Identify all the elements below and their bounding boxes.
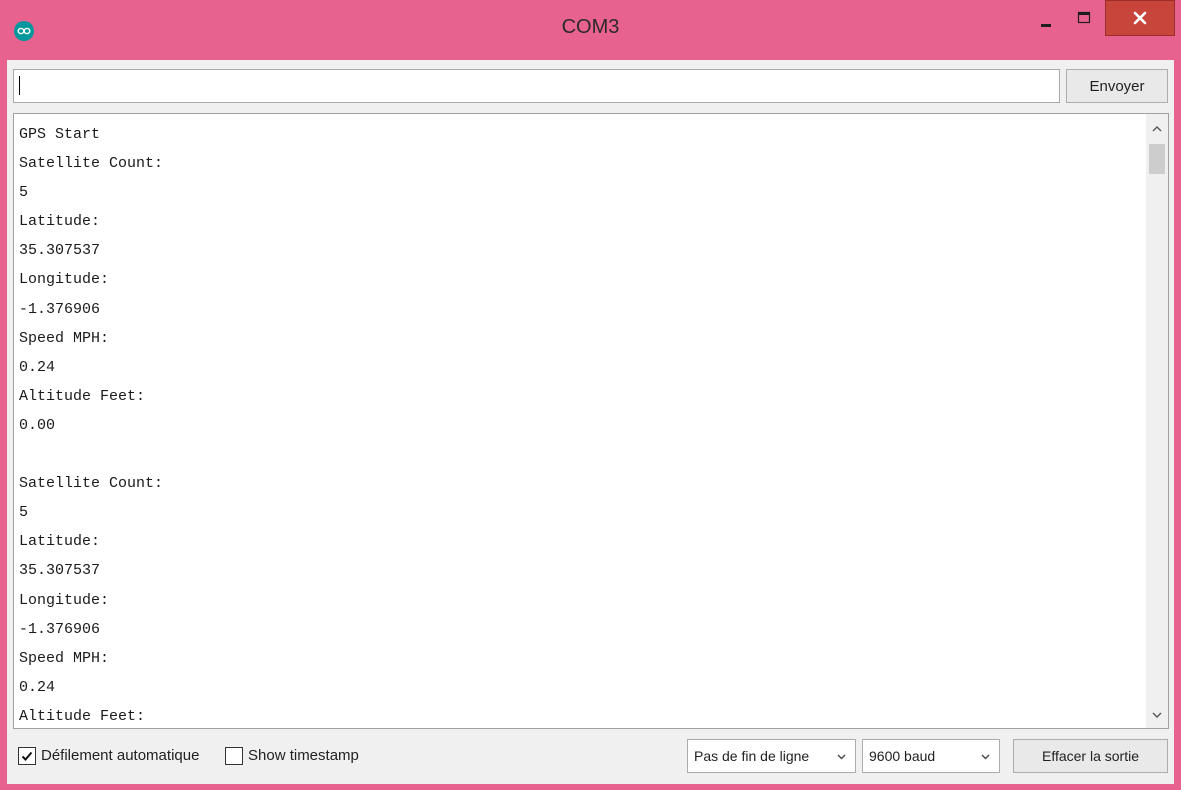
chevron-down-icon — [981, 754, 990, 760]
output-line: Speed MPH: — [19, 329, 110, 347]
output-line: 5 — [19, 504, 29, 522]
scroll-up-button[interactable] — [1146, 118, 1168, 140]
send-input[interactable] — [13, 69, 1060, 103]
serial-output[interactable]: GPS Start Satellite Count: 5 Latitude: 35.30… — [13, 113, 1169, 729]
output-line: 35.307537 — [19, 242, 101, 260]
chevron-up-icon — [1152, 126, 1162, 132]
close-icon — [1133, 11, 1147, 25]
output-line: 5 — [19, 184, 29, 202]
output-line: -1.376906 — [19, 620, 101, 638]
baud-rate-select[interactable]: 9600 baud — [862, 739, 1000, 773]
output-line: Longitude: — [19, 591, 110, 609]
output-line: 0.24 — [19, 678, 56, 696]
output-line: Satellite Count: — [19, 155, 164, 173]
window-title: COM3 — [561, 16, 620, 38]
output-line: GPS Start — [19, 126, 101, 143]
title-bar[interactable]: COM3 — [0, 0, 1181, 60]
timestamp-label: Show timestamp — [248, 747, 359, 764]
chevron-down-icon — [1152, 712, 1162, 718]
autoscroll-label: Défilement automatique — [41, 747, 200, 764]
bottom-toolbar: Défilement automatique Show timestamp Pa… — [7, 736, 1174, 784]
output-line: Satellite Count: — [19, 475, 164, 493]
clear-output-button[interactable]: Effacer la sortie — [1013, 739, 1168, 773]
scroll-thumb[interactable] — [1149, 144, 1165, 174]
output-line: 0.00 — [19, 416, 56, 434]
vertical-scrollbar[interactable] — [1146, 114, 1168, 728]
baud-rate-value: 9600 baud — [869, 748, 936, 764]
checkmark-icon — [21, 751, 33, 761]
line-ending-value: Pas de fin de ligne — [694, 748, 810, 764]
scroll-down-button[interactable] — [1146, 704, 1168, 726]
output-line: Longitude: — [19, 271, 110, 289]
output-line: Altitude Feet: — [19, 707, 146, 725]
serial-monitor-window: COM3 Envoyer GPS Start Satellite Count: 5 L… — [0, 0, 1181, 790]
autoscroll-checkbox[interactable] — [18, 747, 36, 765]
close-button[interactable] — [1105, 0, 1175, 36]
line-ending-select[interactable]: Pas de fin de ligne — [687, 739, 856, 773]
output-line: Latitude: — [19, 213, 101, 231]
timestamp-checkbox[interactable] — [225, 747, 243, 765]
minimize-icon — [1041, 24, 1051, 27]
output-line: Speed MPH: — [19, 649, 110, 667]
chevron-down-icon — [837, 754, 846, 760]
output-line: Altitude Feet: — [19, 387, 146, 405]
output-line: 0.24 — [19, 358, 56, 376]
output-line: -1.376906 — [19, 300, 101, 318]
send-button[interactable]: Envoyer — [1066, 69, 1168, 103]
output-line: 35.307537 — [19, 562, 101, 580]
maximize-button[interactable] — [1066, 4, 1102, 38]
output-lines: GPS Start Satellite Count: 5 Latitude: 35.30… — [19, 120, 1139, 728]
output-line: Latitude: — [19, 533, 101, 551]
minimize-button[interactable] — [1028, 4, 1064, 38]
maximize-icon — [1077, 11, 1091, 24]
serial-monitor-body: Envoyer GPS Start Satellite Count: 5 Latitu… — [7, 60, 1174, 784]
